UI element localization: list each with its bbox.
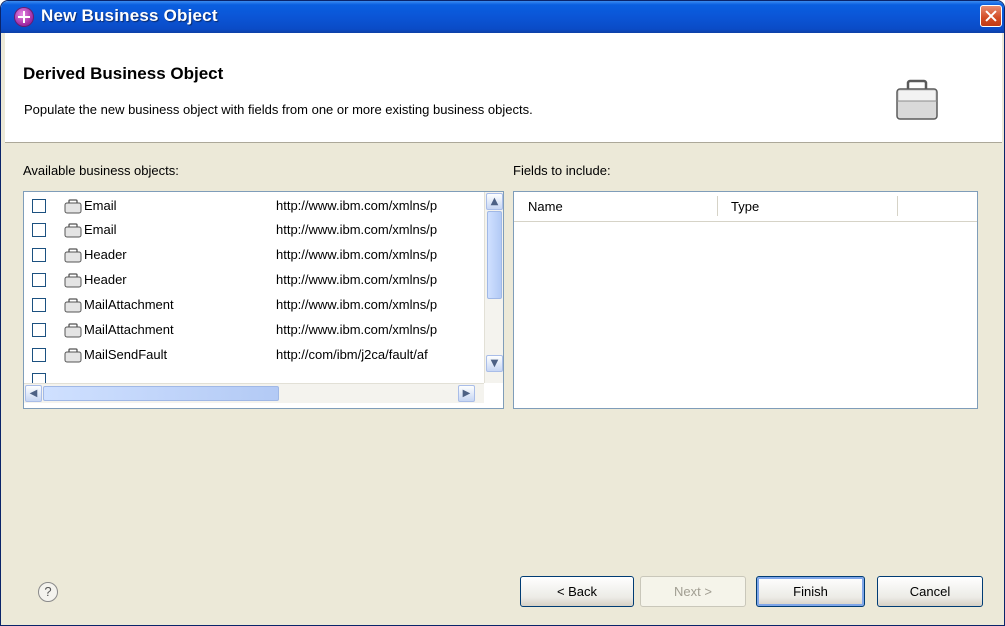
chevron-left-icon: ◀ bbox=[29, 388, 38, 399]
object-namespace: http://www.ibm.com/xmlns/p bbox=[276, 247, 438, 262]
business-object-icon bbox=[64, 199, 82, 214]
page-description: Populate the new business object with fi… bbox=[24, 102, 533, 117]
briefcase-icon bbox=[896, 79, 938, 120]
business-object-icon bbox=[64, 248, 82, 263]
fields-table[interactable]: Name Type bbox=[513, 191, 978, 409]
object-name: Email bbox=[84, 198, 117, 213]
object-namespace: http://com/ibm/j2ca/fault/af bbox=[276, 347, 428, 362]
checkbox[interactable] bbox=[32, 373, 46, 383]
column-divider[interactable] bbox=[717, 196, 718, 216]
object-namespace: http://www.ibm.com/xmlns/p bbox=[276, 272, 438, 287]
business-object-plus-icon bbox=[15, 8, 33, 26]
help-icon[interactable]: ? bbox=[38, 582, 58, 602]
list-item[interactable]: MailAttachment http://www.ibm.com/xmlns/… bbox=[24, 320, 484, 342]
scroll-up-button[interactable]: ▲ bbox=[486, 193, 503, 210]
available-objects-list[interactable]: Email http://www.ibm.com/xmlns/p Email h… bbox=[23, 191, 504, 409]
object-name: Email bbox=[84, 222, 117, 237]
finish-button[interactable]: Finish bbox=[756, 576, 865, 607]
object-name: Header bbox=[84, 247, 127, 262]
wizard-banner: Derived Business Object Populate the new… bbox=[5, 33, 1002, 143]
dialog-window: New Business Object Derived Business Obj… bbox=[0, 0, 1005, 626]
list-item[interactable]: Header http://www.ibm.com/xmlns/p bbox=[24, 245, 484, 267]
object-name: Header bbox=[84, 272, 127, 287]
checkbox[interactable] bbox=[32, 273, 46, 287]
scroll-down-button[interactable]: ▼ bbox=[486, 355, 503, 372]
business-object-icon bbox=[64, 323, 82, 338]
checkbox[interactable] bbox=[32, 298, 46, 312]
page-title: Derived Business Object bbox=[23, 64, 224, 83]
scroll-left-button[interactable]: ◀ bbox=[25, 385, 42, 402]
chevron-right-icon: ▶ bbox=[462, 388, 471, 399]
object-name: MailAttachment bbox=[84, 322, 174, 337]
checkbox[interactable] bbox=[32, 323, 46, 337]
object-namespace: http://www.ibm.com/xmlns/p bbox=[276, 322, 438, 337]
list-item-partial[interactable] bbox=[24, 370, 484, 383]
checkbox[interactable] bbox=[32, 248, 46, 262]
checkbox[interactable] bbox=[32, 223, 46, 237]
column-header-name[interactable]: Name bbox=[528, 199, 563, 214]
vertical-scrollbar[interactable]: ▲ ▼ bbox=[484, 192, 503, 383]
window-title: New Business Object bbox=[41, 6, 218, 25]
close-button[interactable] bbox=[980, 5, 1002, 27]
cancel-button[interactable]: Cancel bbox=[877, 576, 983, 607]
chevron-down-icon: ▼ bbox=[490, 358, 499, 369]
fields-to-include-label: Fields to include: bbox=[513, 163, 611, 178]
column-divider[interactable] bbox=[897, 196, 898, 216]
object-namespace: http://www.ibm.com/xmlns/p bbox=[276, 297, 438, 312]
table-header: Name Type bbox=[514, 192, 977, 222]
business-object-icon bbox=[64, 348, 82, 363]
object-name: MailSendFault bbox=[84, 347, 168, 362]
horizontal-scrollbar[interactable]: ◀ ▶ bbox=[24, 383, 484, 403]
available-objects-label: Available business objects: bbox=[23, 163, 179, 178]
title-bar[interactable]: New Business Object bbox=[1, 1, 1004, 33]
vertical-scroll-thumb[interactable] bbox=[487, 211, 502, 299]
back-button[interactable]: < Back bbox=[520, 576, 634, 607]
list-item[interactable]: MailAttachment http://www.ibm.com/xmlns/… bbox=[24, 295, 484, 317]
object-name: MailAttachment bbox=[84, 297, 174, 312]
checkbox[interactable] bbox=[32, 199, 46, 213]
object-namespace: http://www.ibm.com/xmlns/p bbox=[276, 198, 438, 213]
checkbox[interactable] bbox=[32, 348, 46, 362]
chevron-up-icon: ▲ bbox=[490, 196, 499, 207]
business-object-icon bbox=[64, 273, 82, 288]
list-item[interactable]: Email http://www.ibm.com/xmlns/p bbox=[24, 196, 484, 218]
column-header-type[interactable]: Type bbox=[731, 199, 759, 214]
object-namespace: http://www.ibm.com/xmlns/p bbox=[276, 222, 438, 237]
next-button[interactable]: Next > bbox=[640, 576, 746, 607]
list-item[interactable]: Email http://www.ibm.com/xmlns/p bbox=[24, 220, 484, 242]
business-object-icon bbox=[64, 298, 82, 313]
list-item[interactable]: MailSendFault http://com/ibm/j2ca/fault/… bbox=[24, 345, 484, 367]
list-item[interactable]: Header http://www.ibm.com/xmlns/p bbox=[24, 270, 484, 292]
horizontal-scroll-thumb[interactable] bbox=[43, 386, 279, 401]
scroll-right-button[interactable]: ▶ bbox=[458, 385, 475, 402]
business-object-icon bbox=[64, 223, 82, 238]
